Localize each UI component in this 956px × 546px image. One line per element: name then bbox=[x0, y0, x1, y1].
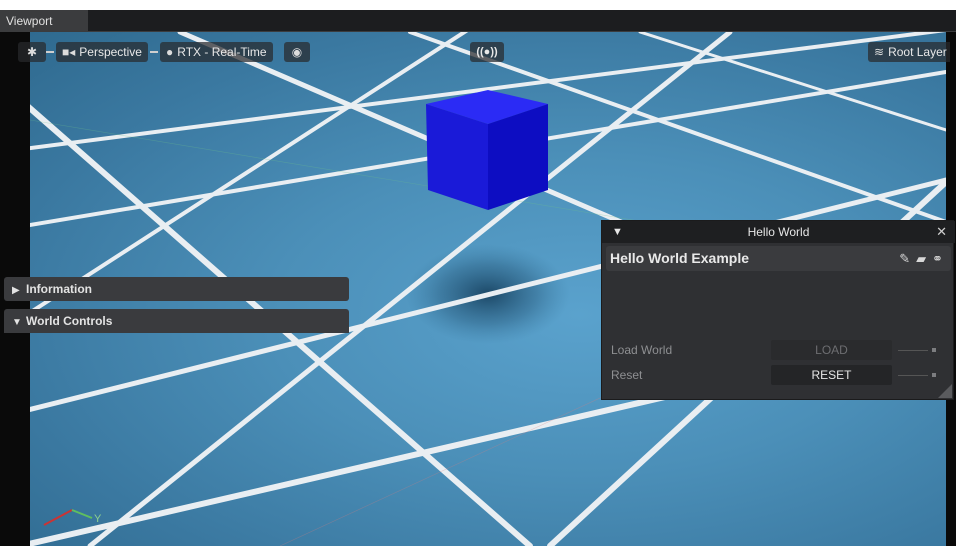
section-label: Information bbox=[26, 282, 92, 296]
panel-title: Hello World bbox=[747, 225, 810, 239]
load-world-label: Load World bbox=[611, 343, 673, 357]
camera-label: Perspective bbox=[79, 45, 142, 59]
load-button[interactable]: LOAD bbox=[771, 340, 892, 360]
resize-grip-icon[interactable] bbox=[936, 384, 952, 398]
reset-label: Reset bbox=[611, 368, 643, 382]
gear-icon: ✱ bbox=[26, 45, 38, 59]
tab-bar: Viewport bbox=[0, 10, 956, 32]
window-top-strip bbox=[0, 0, 956, 10]
camera-icon: ■◂ bbox=[62, 45, 76, 59]
extension-header: Hello World Example ✎ ▰ ⚭ bbox=[606, 246, 951, 271]
visibility-button[interactable]: ◉ bbox=[284, 42, 310, 62]
row-slider-dot bbox=[932, 348, 936, 352]
tab-viewport[interactable]: Viewport bbox=[0, 10, 88, 32]
reset-button[interactable]: RESET bbox=[771, 365, 892, 385]
folder-icon[interactable]: ▰ bbox=[916, 251, 926, 267]
axis-gizmo bbox=[43, 509, 93, 526]
row-slider-track bbox=[898, 375, 928, 376]
edit-icon[interactable]: ✎ bbox=[899, 251, 910, 267]
broadcast-button[interactable]: ((●)) bbox=[470, 42, 504, 62]
blue-cube[interactable] bbox=[426, 90, 548, 210]
root-layer-label: Root Layer bbox=[888, 45, 947, 59]
eye-icon: ◉ bbox=[291, 45, 303, 59]
collapse-arrow-icon: ▼ bbox=[12, 317, 22, 328]
root-layer-button[interactable]: ≋ Root Layer bbox=[868, 42, 950, 62]
camera-button[interactable]: ■◂ Perspective bbox=[56, 42, 148, 62]
link-icon[interactable]: ⚭ bbox=[932, 251, 943, 267]
layers-icon: ≋ bbox=[874, 45, 885, 59]
section-world-controls[interactable]: ▼ World Controls bbox=[4, 309, 349, 333]
toolbar-separator bbox=[150, 51, 158, 53]
render-mode-button[interactable]: ● RTX - Real-Time bbox=[160, 42, 273, 62]
settings-button[interactable]: ✱ bbox=[18, 42, 46, 62]
section-information[interactable]: ▶ Information bbox=[4, 277, 349, 301]
row-slider-dot bbox=[932, 373, 936, 377]
lightbulb-icon: ● bbox=[166, 45, 174, 59]
panel-title-bar[interactable]: ▼ Hello World ✕ bbox=[602, 221, 955, 243]
expand-arrow-icon: ▶ bbox=[12, 285, 20, 296]
row-slider-track bbox=[898, 350, 928, 351]
close-icon[interactable]: ✕ bbox=[936, 221, 947, 243]
render-mode-label: RTX - Real-Time bbox=[177, 45, 267, 59]
section-label: World Controls bbox=[26, 314, 113, 328]
extension-name: Hello World Example bbox=[610, 250, 749, 266]
extension-icons: ✎ ▰ ⚭ bbox=[899, 251, 943, 267]
toolbar-separator bbox=[46, 51, 54, 53]
broadcast-icon: ((●)) bbox=[476, 46, 498, 58]
axis-y-label: Y bbox=[94, 513, 102, 525]
